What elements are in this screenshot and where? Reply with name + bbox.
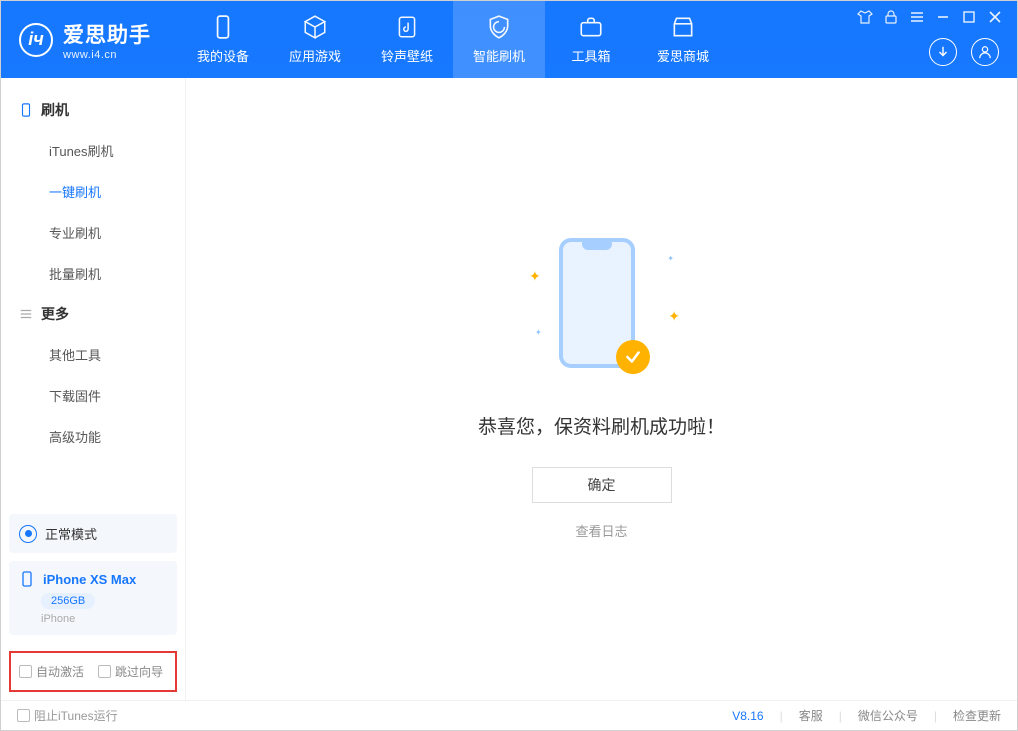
tab-toolbox[interactable]: 工具箱 [545,1,637,78]
separator: | [780,709,783,723]
success-message: 恭喜您，保资料刷机成功啦！ [478,412,725,439]
tab-store[interactable]: 爱思商城 [637,1,729,78]
shield-icon [486,14,512,40]
sidebar-item-batch-flash[interactable]: 批量刷机 [1,253,185,294]
checkbox-icon [98,665,111,678]
user-button[interactable] [971,38,999,66]
ok-button[interactable]: 确定 [532,467,672,503]
sidebar-group-more: 更多 [1,294,185,334]
app-subtitle: www.i4.cn [63,49,151,61]
main-content: ✦ ✦ ✦ ✦ 恭喜您，保资料刷机成功啦！ 确定 查看日志 [186,78,1017,700]
footer-bar: 阻止iTunes运行 V8.16 | 客服 | 微信公众号 | 检查更新 [1,700,1017,730]
group-title: 更多 [41,304,69,324]
sidebar-group-flash: 刷机 [1,90,185,130]
tab-label: 应用游戏 [289,46,341,65]
window-controls [857,9,1003,25]
sidebar: 刷机 iTunes刷机 一键刷机 专业刷机 批量刷机 更多 其他工具 下载固件 … [1,78,186,700]
tab-label: 铃声壁纸 [381,46,433,65]
device-name: iPhone XS Max [43,572,136,587]
main-tabs: 我的设备 应用游戏 铃声壁纸 智能刷机 工具箱 爱思商城 [177,1,729,78]
checkbox-label: 阻止iTunes运行 [34,707,118,724]
tab-label: 工具箱 [571,46,610,65]
device-icon [210,14,236,40]
sidebar-item-pro-flash[interactable]: 专业刷机 [1,212,185,253]
checkbox-label: 跳过向导 [115,663,163,680]
view-log-link[interactable]: 查看日志 [575,521,627,540]
status-label: 正常模式 [45,524,97,543]
checkmark-badge-icon [616,340,650,374]
maximize-icon[interactable] [961,9,977,25]
phone-outline-icon [19,571,35,587]
app-title: 爱思助手 [63,19,151,49]
app-logo: iч 爱思助手 www.i4.cn [1,1,169,78]
version-label: V8.16 [732,709,763,723]
shirt-icon[interactable] [857,9,873,25]
tab-label: 爱思商城 [657,46,709,65]
checkbox-block-itunes[interactable]: 阻止iTunes运行 [17,707,118,724]
sidebar-item-itunes-flash[interactable]: iTunes刷机 [1,130,185,171]
music-file-icon [394,14,420,40]
sparkle-icon: ✦ [529,268,541,285]
phone-icon [19,103,33,117]
minimize-icon[interactable] [935,9,951,25]
checkbox-icon [17,709,30,722]
footer-link-wechat[interactable]: 微信公众号 [858,707,918,724]
footer-link-check-update[interactable]: 检查更新 [953,707,1001,724]
download-button[interactable] [929,38,957,66]
logo-icon: iч [19,23,53,57]
menu-icon[interactable] [909,9,925,25]
download-icon [936,45,950,59]
highlighted-options-box: 自动激活 跳过向导 [9,651,177,692]
checkbox-icon [19,665,32,678]
sparkle-icon: ✦ [667,254,674,263]
tab-apps-games[interactable]: 应用游戏 [269,1,361,78]
separator: | [934,709,937,723]
sidebar-item-advanced[interactable]: 高级功能 [1,416,185,457]
tab-ringtones-wallpapers[interactable]: 铃声壁纸 [361,1,453,78]
device-type: iPhone [41,613,167,625]
store-icon [670,14,696,40]
separator: | [839,709,842,723]
checkbox-label: 自动激活 [36,663,84,680]
tab-smart-flash[interactable]: 智能刷机 [453,1,545,78]
success-illustration: ✦ ✦ ✦ ✦ [559,238,644,378]
group-title: 刷机 [41,100,69,120]
checkbox-auto-activate[interactable]: 自动激活 [19,663,84,680]
sidebar-item-other-tools[interactable]: 其他工具 [1,334,185,375]
tab-my-device[interactable]: 我的设备 [177,1,269,78]
device-card[interactable]: iPhone XS Max 256GB iPhone [9,561,177,635]
checkbox-skip-guide[interactable]: 跳过向导 [98,663,163,680]
tab-label: 我的设备 [197,46,249,65]
cube-icon [302,14,328,40]
user-icon [978,45,992,59]
device-mode-status[interactable]: 正常模式 [9,514,177,553]
status-dot-icon [19,525,37,543]
sidebar-item-oneclick-flash[interactable]: 一键刷机 [1,171,185,212]
app-header: iч 爱思助手 www.i4.cn 我的设备 应用游戏 铃声壁纸 智能刷机 工具… [1,1,1017,78]
device-storage-badge: 256GB [41,593,95,609]
close-icon[interactable] [987,9,1003,25]
sparkle-icon: ✦ [668,308,680,325]
sidebar-item-download-firmware[interactable]: 下载固件 [1,375,185,416]
header-action-circles [929,38,999,66]
lock-icon[interactable] [883,9,899,25]
toolbox-icon [578,14,604,40]
sparkle-icon: ✦ [535,328,542,337]
list-icon [19,307,33,321]
tab-label: 智能刷机 [473,46,525,65]
footer-link-support[interactable]: 客服 [799,707,823,724]
